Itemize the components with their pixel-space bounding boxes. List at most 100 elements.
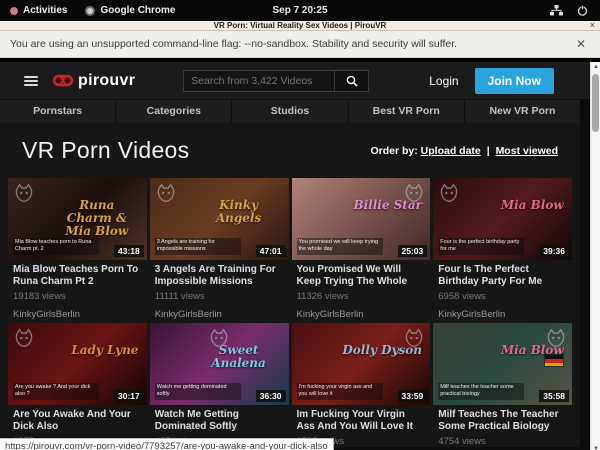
video-title[interactable]: Mia Blow Teaches Porn To Runa Charm Pt 2 [13,264,142,287]
duration-badge: 33:59 [398,390,428,402]
thumb-overlay-name: Dolly Dyson [342,344,422,357]
thumb-overlay-name: Sweet Analena [197,344,280,369]
video-card[interactable]: Dolly Dyson I'm fucking your virgin ass … [292,323,431,447]
search-input[interactable] [183,70,335,92]
status-bar-url: https://pirouvr.com/vr-porn-video/779325… [0,438,334,450]
studio-watermark-icon [13,327,35,349]
video-card[interactable]: Billie Star You promised we will keep tr… [292,178,431,320]
system-top-bar: Activities Google Chrome Sep 7 20:25 [0,0,600,21]
infobar-close-icon[interactable]: ✕ [572,37,590,51]
chrome-infobar: You are using an unsupported command-lin… [0,31,600,58]
duration-badge: 47:01 [256,245,286,257]
studio-watermark-icon [155,182,177,204]
video-studio[interactable]: KinkyGirlsBerlin [13,309,142,320]
duration-badge: 43:18 [114,245,144,257]
clock[interactable]: Sep 7 20:25 [272,5,327,16]
order-by-upload-date[interactable]: Upload date [421,145,481,157]
video-title[interactable]: Are You Awake And Your Dick Also [13,409,142,432]
video-thumb[interactable]: Mia Blow Four is the perfect birthday pa… [433,178,572,260]
window-close-icon[interactable]: × [590,20,595,30]
studio-watermark-icon [438,182,460,204]
video-card[interactable]: Mia Blow Milf teaches the teacher some p… [433,323,572,447]
order-by: Order by: Upload date | Most viewed [370,145,558,157]
menu-item-pornstars[interactable]: Pornstars [0,100,115,122]
video-card[interactable]: Kinky Angels 3 Angels are training for i… [150,178,289,320]
thumb-overlay-name: Runa Charm & Mia Blow [55,199,138,237]
activities-button[interactable]: Activities [10,5,67,16]
video-views: 4754 views [438,436,567,447]
thumb-overlay-name: Kinky Angels [197,199,280,224]
duration-badge: 39:36 [539,245,569,257]
power-icon[interactable] [577,5,588,16]
menu-item-best-vr-porn[interactable]: Best VR Porn [349,100,464,122]
main-menu: Pornstars Categories Studios Best VR Por… [0,100,580,122]
scrollbar-down-icon[interactable]: ▼ [591,444,600,450]
video-studio[interactable]: KinkyGirlsBerlin [438,309,567,320]
window-title-bar: VR Porn: Virtual Reality Sex Videos | Pi… [0,21,600,31]
video-title[interactable]: 3 Angels Are Training For Impossible Mis… [155,264,284,287]
menu-item-new-vr-porn[interactable]: New VR Porn [465,100,580,122]
vr-goggles-icon [52,74,74,87]
window-title: VR Porn: Virtual Reality Sex Videos | Pi… [0,21,600,31]
video-title[interactable]: Im Fucking Your Virgin Ass And You Will … [297,409,426,432]
video-card[interactable]: Lady Lyne Are you awake ? And your dick … [8,323,147,447]
scrollbar-thumb[interactable] [592,74,599,132]
login-link[interactable]: Login [429,74,458,88]
video-title[interactable]: Milf Teaches The Teacher Some Practical … [438,409,567,432]
video-thumb[interactable]: Lady Lyne Are you awake ? And your dick … [8,323,147,405]
video-card[interactable]: Runa Charm & Mia Blow Mia Blow teaches p… [8,178,147,320]
hamburger-menu-icon[interactable] [24,76,38,86]
grid-row-1: Runa Charm & Mia Blow Mia Blow teaches p… [8,178,572,320]
page-scrollbar[interactable]: ▲ ▼ [590,62,600,450]
search-bar [183,70,369,92]
menu-item-studios[interactable]: Studios [232,100,347,122]
video-thumb[interactable]: Mia Blow Milf teaches the teacher some p… [433,323,572,405]
video-thumb[interactable]: Billie Star You promised we will keep tr… [292,178,431,260]
page-title: VR Porn Videos [22,137,189,164]
thumb-overlay-subtitle: Mia Blow teaches porn to Runa Charm pt. … [13,238,99,255]
site-logo-text: pirouvr [78,72,135,90]
join-now-button[interactable]: Join Now [475,68,554,94]
video-grid: Runa Charm & Mia Blow Mia Blow teaches p… [0,176,580,447]
video-thumb[interactable]: Kinky Angels 3 Angels are training for i… [150,178,289,260]
video-title[interactable]: Four Is The Perfect Birthday Party For M… [438,264,567,287]
video-views: 11111 views [155,291,284,302]
video-views: 11326 views [297,291,426,302]
grid-row-2: Lady Lyne Are you awake ? And your dick … [8,323,572,447]
duration-badge: 30:17 [114,390,144,402]
thumb-overlay-subtitle: You promised we will keep trying the who… [297,238,383,255]
duration-badge: 35:58 [539,390,569,402]
chrome-icon [85,6,95,16]
order-by-separator: | [487,145,490,157]
scrollbar-up-icon[interactable]: ▲ [591,62,600,72]
order-by-label: Order by: [370,145,417,157]
activities-icon [10,7,18,15]
video-card[interactable]: Mia Blow Four is the perfect birthday pa… [433,178,572,320]
thumb-overlay-subtitle: Watch me getting dominated softly [155,383,241,400]
thumb-overlay-name: Billie Star [353,199,422,212]
video-thumb[interactable]: Runa Charm & Mia Blow Mia Blow teaches p… [8,178,147,260]
site-navbar: pirouvr Login Join Now [0,62,590,99]
order-by-most-viewed[interactable]: Most viewed [496,145,558,157]
video-thumb[interactable]: Sweet Analena Watch me getting dominated… [150,323,289,405]
app-menu-button[interactable]: Google Chrome [85,5,175,16]
site-logo[interactable]: pirouvr [52,72,135,90]
video-views: 6958 views [438,291,567,302]
video-thumb[interactable]: Dolly Dyson I'm fucking your virgin ass … [292,323,431,405]
activities-label: Activities [23,5,67,16]
video-title[interactable]: You Promised We Will Keep Trying The Who… [297,264,426,287]
thumb-overlay-subtitle: Milf teaches the teacher some practical … [438,383,524,400]
menu-item-categories[interactable]: Categories [116,100,231,122]
video-studio[interactable]: KinkyGirlsBerlin [155,309,284,320]
search-icon [346,75,358,87]
app-menu-label: Google Chrome [100,5,175,16]
video-studio[interactable]: KinkyGirlsBerlin [297,309,426,320]
search-button[interactable] [335,70,369,92]
network-icon[interactable] [550,5,563,16]
video-card[interactable]: Sweet Analena Watch me getting dominated… [150,323,289,447]
german-flag [544,354,564,367]
video-title[interactable]: Watch Me Getting Dominated Softly [155,409,284,432]
content-area: VR Porn Videos Order by: Upload date | M… [0,122,580,447]
thumb-overlay-subtitle: Are you awake ? And your dick also ? [13,383,99,400]
thumb-overlay-name: Mia Blow [501,199,564,212]
